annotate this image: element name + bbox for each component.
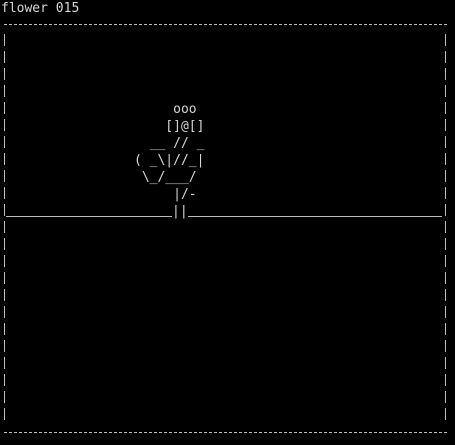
terminal-window: flower 015 ooo []@[] __ // _ ( _\|//_| \… (0, 0, 455, 445)
flower-line: |/- (134, 187, 197, 202)
flower-line: ( _\|//_| (134, 153, 205, 168)
bottom-dashed-border (4, 432, 447, 433)
stem-base: || (172, 203, 188, 220)
right-border (445, 34, 446, 424)
flower-line: \_/___/ (134, 170, 197, 185)
ground-line (6, 216, 442, 217)
flower-line: []@[] (134, 119, 205, 134)
flower-line: __ // _ (134, 136, 205, 151)
flower-ascii-art: ooo []@[] __ // _ ( _\|//_| \_/___/ |/- (134, 101, 204, 203)
window-title: flower 015 (1, 1, 80, 16)
top-dashed-border (4, 24, 447, 25)
flower-line: ooo (134, 102, 197, 117)
left-border (4, 34, 5, 424)
